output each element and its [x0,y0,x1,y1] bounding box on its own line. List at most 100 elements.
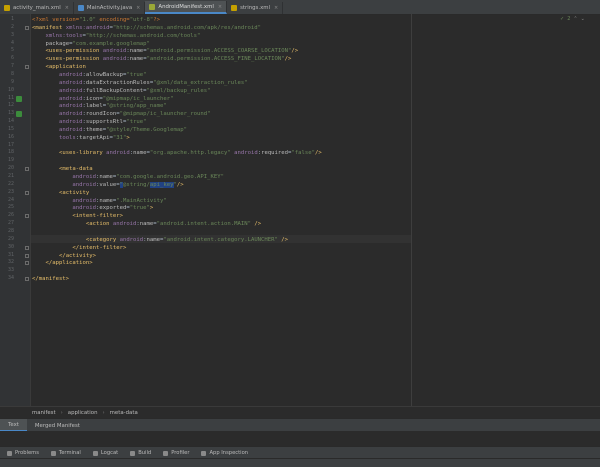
code-line[interactable]: android:icon="@mipmap/ic_launcher" [32,95,174,103]
tool-window-2[interactable]: Logcat [88,450,123,456]
code-line[interactable]: android:name=".MainActivity" [32,197,166,205]
xml-file-icon [4,5,10,11]
line-number: 14 [7,118,14,125]
tool-window-5[interactable]: App Inspection [196,450,253,456]
terminal-icon [50,450,56,456]
launcher-icon-preview-icon[interactable] [16,95,22,102]
code-line[interactable]: <uses-library android:name="org.apache.h… [32,149,322,157]
tab-label: strings.xml [240,5,271,11]
close-icon[interactable]: × [218,4,222,10]
fold-marker-icon[interactable] [25,261,29,266]
close-icon[interactable]: × [136,5,140,11]
code-line[interactable]: <application [32,63,85,71]
fold-marker-icon[interactable] [25,245,29,250]
fold-marker-icon[interactable] [25,190,29,195]
close-icon[interactable]: × [65,5,69,11]
line-number: 26 [7,212,14,219]
code-line[interactable]: <action android:name="android.intent.act… [32,220,261,228]
code-line[interactable]: android:exported="true"> [32,204,153,212]
line-number: 2 [10,23,14,30]
line-number: 33 [7,267,14,274]
code-line[interactable]: <meta-data [32,165,93,173]
code-line[interactable]: <uses-permission android:name="android.p… [32,55,291,63]
fold-marker-icon[interactable] [25,214,29,219]
code-line[interactable]: <intent-filter> [32,212,123,220]
tab-0[interactable]: activity_main.xml × [0,2,74,14]
build-icon [130,450,136,456]
tab-2[interactable]: AndroidManifest.xml × [145,1,228,14]
editor-tab-bar: activity_main.xml × MainActivity.java × Andr… [0,0,600,15]
line-number: 5 [10,47,14,54]
code-line[interactable]: android:theme="@style/Theme.Googlemap" [32,126,187,134]
tool-window-4[interactable]: Profiler [158,450,194,456]
line-number: 18 [7,149,14,156]
breadcrumb: manifest › application › meta-data [0,406,600,418]
logcat-icon [92,450,98,456]
code-line[interactable]: <category android:name="android.intent.c… [32,236,288,244]
code-line[interactable]: android:allowBackup="true" [32,71,147,79]
code-line[interactable]: <activity [32,189,89,197]
xml-file-icon [231,5,238,11]
line-number-gutter: 1 2 3 4 5 6 7 8 9 10 11 12 13 14 15 16 17 18 19 20 21 22 23 24 2… [0,14,31,406]
chevron-down-icon[interactable]: ⌄ [581,16,585,22]
tool-window-3[interactable]: Build [125,450,156,456]
code-line[interactable]: <uses-permission android:name="android.p… [32,47,298,55]
chevron-up-icon[interactable]: ⌃ [573,16,577,22]
code-line[interactable]: android:roundIcon="@mipmap/ic_launcher_r… [32,110,211,118]
code-line[interactable]: tools:targetApi="31"> [32,134,130,142]
code-line[interactable]: android:fullBackupContent="@xml/backup_r… [32,87,211,95]
launcher-icon-preview-icon[interactable] [16,111,22,118]
code-line[interactable]: android:supportsRtl="true" [32,118,147,126]
tool-window-0[interactable]: Problems [2,450,44,456]
code-line[interactable]: android:label="@string/app_name" [32,102,167,110]
fold-marker-icon[interactable] [25,25,29,30]
line-number: 9 [10,78,14,85]
code-line[interactable]: </activity> [32,252,96,260]
tool-window-label: Build [138,450,152,456]
line-number: 28 [7,227,14,234]
line-number: 19 [7,157,14,164]
code-line[interactable]: </intent-filter> [32,244,126,252]
tool-window-label: Profiler [171,450,190,456]
line-number: 12 [7,102,14,109]
line-number: 29 [7,235,14,242]
code-line[interactable]: </manifest> [32,275,69,283]
code-line[interactable]: </application> [32,259,92,267]
inspection-widget[interactable]: ✓ 2 ⌃ ⌄ [560,16,585,22]
tool-window-label: Logcat [100,450,119,456]
line-number: 21 [7,173,14,179]
fold-marker-icon[interactable] [25,167,29,172]
code-line[interactable]: <?xml version="1.0" encoding="utf-8"?> [32,16,160,24]
tab-label: MainActivity.java [86,5,133,11]
line-number: 25 [7,204,14,211]
line-number: 6 [10,55,14,62]
code-line[interactable]: package="com.example.googlemap" [32,40,149,48]
breadcrumb-item[interactable]: manifest [32,410,56,416]
close-icon[interactable]: × [274,5,278,11]
code-line[interactable]: android:name="com.google.android.geo.API… [32,173,224,181]
code-line[interactable]: <manifest xmlns:android="http://schemas.… [32,24,261,32]
chevron-right-icon: › [102,409,105,416]
breadcrumb-item[interactable]: application [68,410,98,416]
tool-window-1[interactable]: Terminal [46,450,86,456]
line-number: 13 [7,110,14,117]
code-line[interactable]: xmlns:tools="http://schemas.android.com/… [32,32,200,40]
tab-3[interactable]: strings.xml × [227,2,284,14]
line-number: 31 [7,251,14,258]
manifest-file-icon [149,3,156,10]
code-line[interactable]: android:value="@string/api_key"/> [32,181,184,189]
code-editor[interactable]: <?xml version="1.0" encoding="utf-8"?> <m… [32,14,410,406]
line-number: 22 [7,180,14,187]
tool-window-label: Problems [15,450,39,456]
line-number: 17 [7,141,14,148]
tool-window-label: Terminal [58,450,81,456]
line-number: 27 [7,220,14,227]
fold-marker-icon[interactable] [25,277,29,282]
line-number: 15 [7,125,14,132]
fold-marker-icon[interactable] [25,65,29,70]
fold-marker-icon[interactable] [25,253,29,258]
app-inspection-icon [201,450,207,456]
breadcrumb-item[interactable]: meta-data [110,410,138,416]
code-line[interactable]: android:dataExtractionRules="@xml/data_e… [32,79,248,87]
tab-1[interactable]: MainActivity.java × [74,2,146,14]
